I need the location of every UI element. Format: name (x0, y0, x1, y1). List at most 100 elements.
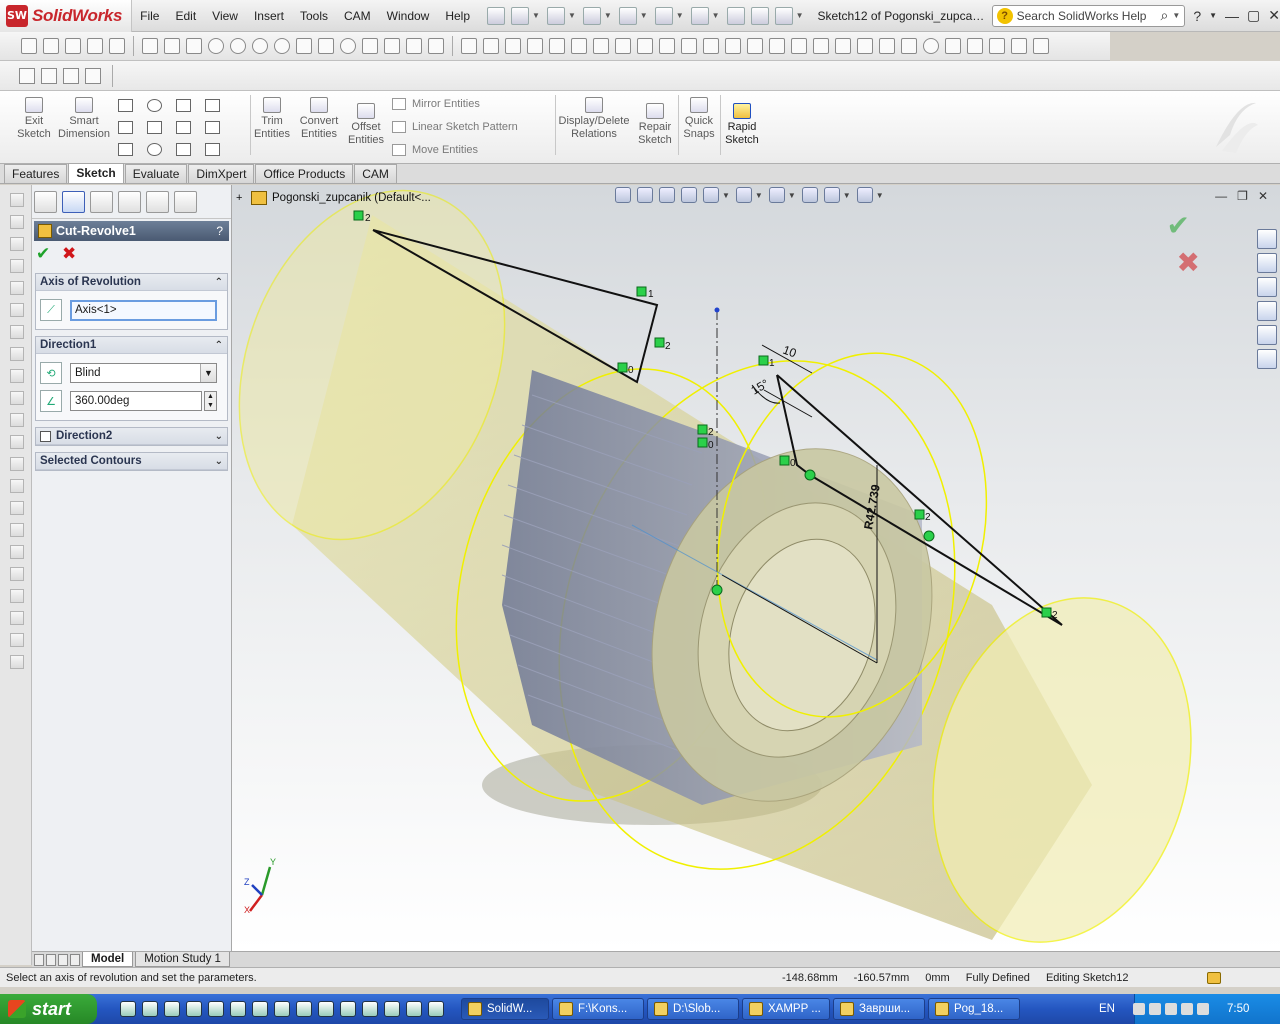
expand-tree-icon[interactable]: + (236, 192, 245, 204)
convert-entities-button[interactable]: Convert Entities (296, 97, 342, 141)
offset-entities-button[interactable]: Offset Entities (346, 103, 386, 147)
offset-entities-icon[interactable] (549, 38, 565, 54)
polygon-icon[interactable] (208, 38, 224, 54)
modify-sketch-icon[interactable] (923, 38, 939, 54)
quick-snaps-button[interactable]: Quick Snaps (680, 97, 718, 141)
display-manager-tab-icon[interactable] (146, 190, 169, 213)
print-dropdown-icon[interactable]: ▼ (640, 11, 648, 20)
axis-of-revolution-header[interactable]: Axis of Revolution ⌃ (36, 274, 227, 291)
select-dropdown-icon[interactable]: ▼ (712, 11, 720, 20)
menu-view[interactable]: View (204, 0, 246, 32)
scale-entities-icon[interactable] (835, 38, 851, 54)
construction-geometry-icon[interactable] (703, 38, 719, 54)
help-icon[interactable]: ? (1193, 8, 1201, 24)
rapid-sketch-button[interactable]: Rapid Sketch (722, 103, 762, 147)
save-dropdown-icon[interactable]: ▼ (604, 11, 612, 20)
options-icon[interactable] (774, 6, 793, 25)
confirm-cancel-icon[interactable]: ✖ (1177, 246, 1200, 279)
text-icon[interactable] (483, 38, 499, 54)
angle-input[interactable]: 360.00deg (70, 391, 202, 411)
app-icon-12[interactable] (362, 1001, 378, 1017)
app-icon-15[interactable] (428, 1001, 444, 1017)
direction1-header[interactable]: Direction1 ⌃ (36, 337, 227, 354)
app-logo[interactable]: SW SolidWorks (0, 0, 133, 32)
reference-axis-icon[interactable] (10, 633, 24, 647)
swept-cut-icon[interactable] (10, 325, 24, 339)
task-folder-f[interactable]: F:\Kons... (552, 998, 644, 1020)
relation-tag-3[interactable]: 2 (665, 341, 671, 352)
viewport-close-icon[interactable]: ✕ (1258, 189, 1268, 203)
angle-spinner[interactable]: ▲ ▼ (204, 391, 217, 411)
app-icon-6[interactable] (230, 1001, 246, 1017)
solidworks-resources-icon[interactable] (1257, 229, 1277, 249)
tab-cam[interactable]: CAM (354, 164, 397, 183)
rectangle-icon[interactable] (164, 38, 180, 54)
partial-ellipse-icon[interactable] (362, 38, 378, 54)
perimeter-circle-icon[interactable] (252, 38, 268, 54)
tab-motion-study[interactable]: Motion Study 1 (135, 952, 230, 967)
relation-tag-6[interactable]: 2 (708, 427, 714, 438)
hole-wizard-icon[interactable] (10, 479, 24, 493)
wrap-icon[interactable] (10, 523, 24, 537)
select-icon[interactable] (690, 6, 709, 25)
circular-pattern-feature-icon[interactable] (10, 567, 24, 581)
zoom-to-area-icon[interactable] (637, 187, 653, 203)
apply-scene-icon[interactable] (823, 187, 840, 203)
save-icon[interactable] (582, 6, 601, 25)
reference-plane-icon[interactable] (10, 611, 24, 625)
fillet-icon[interactable] (10, 369, 24, 383)
move-entities-button[interactable]: Move Entities (392, 144, 478, 156)
search-dropdown-icon[interactable]: ▼ (1172, 11, 1180, 20)
menu-tools[interactable]: Tools (292, 0, 336, 32)
tab-model[interactable]: Model (82, 952, 134, 967)
file-explorer-icon[interactable] (1257, 277, 1277, 297)
task-folder-d[interactable]: D:\Slob... (647, 998, 739, 1020)
circle-icon[interactable] (230, 38, 246, 54)
display-style-icon[interactable] (735, 187, 752, 203)
polygon-tool-icon[interactable] (147, 143, 162, 156)
display-relations-icon[interactable] (1011, 38, 1027, 54)
app-icon-5[interactable] (208, 1001, 224, 1017)
sketch-chamfer-icon[interactable] (527, 38, 543, 54)
menu-cam[interactable]: CAM (336, 0, 379, 32)
menu-insert[interactable]: Insert (246, 0, 292, 32)
loft-icon[interactable] (10, 259, 24, 273)
zoom-to-fit-icon[interactable] (615, 187, 631, 203)
tray-icon-1[interactable] (1132, 1003, 1145, 1015)
3d-sketch-icon[interactable] (87, 38, 103, 54)
pin-icon[interactable] (487, 6, 506, 25)
cancel-button[interactable]: ✖ (62, 245, 80, 263)
parallelogram-icon[interactable] (186, 38, 202, 54)
copy-entities-icon[interactable] (857, 38, 873, 54)
smart-dimension-icon[interactable] (109, 38, 125, 54)
chevron-down-icon[interactable]: ▼ (200, 364, 216, 382)
chamfer-icon[interactable] (10, 391, 24, 405)
task-firefox[interactable]: Заврши... (833, 998, 925, 1020)
clock[interactable]: 7:50 (1227, 1003, 1249, 1015)
quick-tips-icon[interactable] (1206, 971, 1221, 984)
ellipse-icon[interactable] (340, 38, 356, 54)
view-settings-icon[interactable] (856, 187, 873, 203)
line-tool-icon[interactable] (118, 99, 133, 112)
viewport-restore-icon[interactable]: ❐ (1237, 189, 1248, 203)
relation-tag-4[interactable]: 0 (628, 365, 634, 376)
relation-tag-1[interactable]: 2 (365, 213, 371, 224)
tab-dimxpert[interactable]: DimXpert (188, 164, 255, 183)
fillet-tool-icon[interactable] (176, 143, 191, 156)
expand-icon[interactable]: ⌄ (215, 456, 223, 467)
spline-icon[interactable] (406, 38, 422, 54)
start-button[interactable]: start (0, 994, 97, 1024)
revolved-cut-icon[interactable] (10, 303, 24, 317)
part-name[interactable]: Pogonski_zupcanik (Default<... (272, 192, 431, 204)
dimension-length[interactable]: 10 (781, 343, 799, 361)
maximize-icon[interactable]: ▢ (1247, 7, 1260, 24)
open-icon[interactable] (546, 6, 565, 25)
linear-pattern-feature-icon[interactable] (10, 545, 24, 559)
direction2-header[interactable]: Direction2 ⌄ (36, 428, 227, 445)
task-pog[interactable]: Pog_18... (928, 998, 1020, 1020)
statistics-icon[interactable] (85, 67, 101, 84)
relation-tag-2[interactable]: 1 (648, 289, 654, 300)
firefox-icon[interactable] (406, 1001, 422, 1017)
reverse-direction-icon[interactable]: ⟲ (40, 362, 62, 384)
view-orientation-icon[interactable] (703, 187, 719, 203)
